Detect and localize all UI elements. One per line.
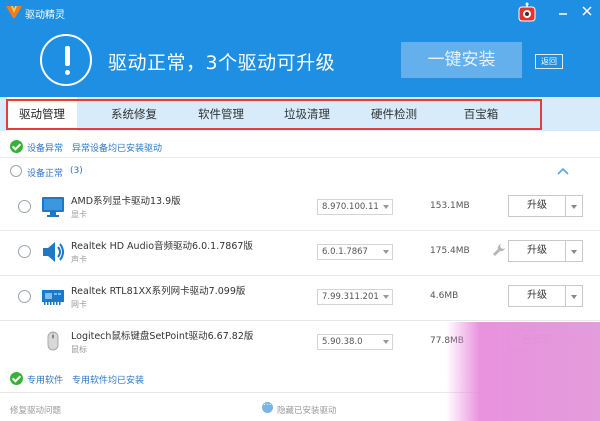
tab-hardware-detection[interactable]: 硬件检测	[355, 97, 433, 131]
app-logo-icon	[6, 6, 22, 18]
title-bar: 驱动精灵	[0, 0, 600, 24]
driver-row: AMD系列显卡驱动13.9版 显卡 8.970.100.11 153.1MB 升…	[0, 186, 600, 230]
section-abnormal: 设备异常 异常设备均已安装驱动	[0, 137, 600, 157]
driver-row: Logitech鼠标键盘SetPoint驱动6.67.82版 鼠标 5.90.3…	[0, 321, 600, 365]
driver-size: 153.1MB	[430, 201, 470, 211]
section-software: 专用软件 专用软件均已安装	[0, 369, 600, 389]
monitor-icon	[42, 197, 64, 217]
driver-size: 4.6MB	[430, 291, 459, 301]
app-title: 驱动精灵	[25, 10, 65, 21]
tab-driver-management[interactable]: 驱动管理	[7, 97, 77, 131]
hide-installed-link[interactable]: 隐藏已安装驱动	[277, 404, 337, 416]
driver-category: 网卡	[71, 300, 87, 309]
network-card-icon	[42, 290, 64, 305]
chevron-down-icon	[571, 295, 577, 299]
section-abnormal-label[interactable]: 设备异常	[27, 141, 63, 154]
chevron-down-icon	[571, 340, 577, 344]
mouse-icon	[47, 331, 59, 351]
driver-category: 声卡	[71, 255, 87, 264]
driver-category: 显卡	[71, 210, 87, 219]
chevron-down-icon	[571, 250, 577, 254]
speaker-icon	[43, 242, 64, 262]
tab-software-management[interactable]: 软件管理	[182, 97, 260, 131]
close-button[interactable]	[578, 3, 596, 21]
driver-category: 鼠标	[71, 345, 87, 354]
check-icon	[10, 372, 23, 385]
tab-junk-cleanup[interactable]: 垃圾清理	[268, 97, 346, 131]
version-select[interactable]: 8.970.100.11	[317, 199, 393, 215]
driver-select-radio[interactable]	[18, 245, 31, 258]
wrench-icon[interactable]	[492, 243, 506, 257]
section-normal-label[interactable]: 设备正常	[27, 166, 63, 179]
minimize-icon	[559, 13, 567, 15]
chevron-up-icon[interactable]	[557, 165, 569, 177]
chevron-down-icon	[383, 205, 389, 209]
status-text: 驱动正常，3个驱动可升级	[108, 52, 336, 74]
action-dropdown[interactable]	[566, 285, 583, 307]
section-normal: 设备正常 (3)	[0, 162, 600, 182]
chevron-down-icon	[383, 295, 389, 299]
chevron-down-icon	[571, 205, 577, 209]
robot-icon[interactable]	[516, 2, 538, 24]
driver-size: 77.8MB	[430, 336, 464, 346]
back-button[interactable]: 返回	[535, 54, 563, 69]
upgrade-button[interactable]: 升级	[508, 285, 566, 307]
driver-name: Realtek HD Audio音频驱动6.0.1.7867版	[71, 241, 253, 252]
version-select[interactable]: 5.90.38.0	[317, 334, 393, 350]
more-icon	[262, 398, 273, 413]
section-software-desc: 专用软件均已安装	[72, 376, 145, 386]
action-dropdown[interactable]	[566, 240, 583, 262]
chevron-down-icon	[383, 250, 389, 254]
version-select[interactable]: 6.0.1.7867	[317, 244, 393, 260]
tab-bar: 驱动管理 系统修复 软件管理 垃圾清理 硬件检测 百宝箱	[0, 97, 600, 131]
repair-driver-link[interactable]: 修复驱动问题	[10, 404, 61, 416]
warning-icon	[40, 34, 92, 86]
driver-select-radio[interactable]	[18, 290, 31, 303]
driver-size: 175.4MB	[430, 246, 470, 256]
driver-name: AMD系列显卡驱动13.9版	[71, 196, 181, 207]
driver-row: Realtek HD Audio音频驱动6.0.1.7867版 声卡 6.0.1…	[0, 231, 600, 275]
chevron-down-icon	[383, 340, 389, 344]
section-software-label[interactable]: 专用软件	[27, 373, 63, 386]
driver-select-radio[interactable]	[18, 200, 31, 213]
tab-toolbox[interactable]: 百宝箱	[442, 97, 520, 131]
version-select[interactable]: 7.99.311.201	[317, 289, 393, 305]
installed-button[interactable]: 已安装	[508, 330, 566, 352]
action-dropdown[interactable]	[566, 330, 583, 352]
driver-name: Logitech鼠标键盘SetPoint驱动6.67.82版	[71, 331, 254, 342]
header: 驱动精灵 驱动正常，3个驱动可升级 一键安装 返回	[0, 0, 600, 97]
tab-system-repair[interactable]: 系统修复	[95, 97, 173, 131]
section-normal-count: (3)	[70, 166, 83, 176]
close-icon	[582, 6, 592, 16]
driver-name: Realtek RTL81XX系列网卡驱动7.099版	[71, 286, 246, 297]
upgrade-button[interactable]: 升级	[508, 240, 566, 262]
one-key-install-button[interactable]: 一键安装	[401, 42, 522, 78]
section-normal-radio[interactable]	[10, 165, 22, 177]
divider	[0, 392, 600, 393]
driver-row: Realtek RTL81XX系列网卡驱动7.099版 网卡 7.99.311.…	[0, 276, 600, 320]
divider	[0, 157, 600, 158]
check-icon	[10, 140, 23, 153]
section-abnormal-desc: 异常设备均已安装驱动	[72, 144, 163, 154]
minimize-button[interactable]	[554, 3, 572, 21]
upgrade-button[interactable]: 升级	[508, 195, 566, 217]
action-dropdown[interactable]	[566, 195, 583, 217]
